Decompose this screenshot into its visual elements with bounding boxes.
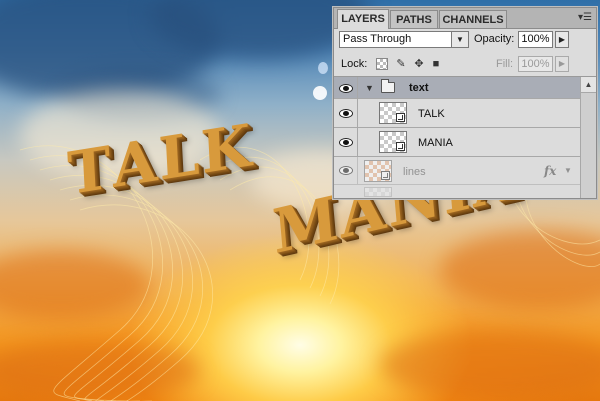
chevron-down-icon[interactable]: ▼ (564, 166, 572, 175)
layer-talk[interactable]: TALK (334, 99, 580, 128)
layer-thumbnail (364, 187, 392, 197)
scroll-up-arrow-icon[interactable]: ▲ (581, 77, 596, 93)
letter: L (157, 118, 203, 194)
letter: A (110, 125, 161, 202)
lens-flare (318, 62, 328, 74)
visibility-toggle[interactable] (334, 128, 358, 156)
opacity-field[interactable]: 100% (518, 31, 553, 48)
opacity-slider-button[interactable]: ▶ (555, 31, 569, 48)
expand-triangle-icon[interactable]: ▼ (365, 83, 374, 93)
layer-drag-ghost (334, 185, 580, 198)
layer-mania[interactable]: MANIA (334, 128, 580, 157)
smart-object-icon (381, 171, 390, 180)
chevron-down-icon[interactable]: ▼ (451, 32, 468, 47)
lock-image-pixels-icon[interactable]: ✎ (395, 58, 407, 70)
layer-name: text (409, 82, 429, 94)
lock-label: Lock: (341, 58, 368, 70)
layer-list-scrollbar[interactable]: ▲ (580, 77, 596, 198)
lock-transparent-pixels-icon[interactable] (376, 58, 388, 70)
fill-field[interactable]: 100% (518, 56, 553, 72)
blend-row: Pass Through ▼ Opacity: 100% ▶ (334, 29, 596, 51)
lock-row: Lock: ✎ ✥ ■ Fill: 100% ▶ (334, 52, 596, 77)
eye-icon (339, 109, 353, 118)
visibility-toggle[interactable] (334, 77, 358, 98)
letter: M (270, 182, 343, 269)
layer-name: MANIA (418, 137, 453, 149)
layer-name: TALK (418, 108, 445, 120)
lens-flare (313, 86, 327, 100)
tab-layers[interactable]: LAYERS (337, 9, 389, 29)
layer-effects-icon[interactable]: fx (544, 164, 556, 178)
lock-all-icon[interactable]: ■ (430, 58, 442, 70)
eye-icon (339, 138, 353, 147)
layer-lines[interactable]: lines fx ▼ (334, 157, 580, 185)
letter: T (66, 132, 115, 209)
letter: K (199, 110, 255, 188)
fill-slider-button[interactable]: ▶ (555, 56, 569, 72)
panel-menu-icon[interactable]: ▾☰ (578, 12, 592, 24)
opacity-label: Opacity: (474, 33, 515, 45)
tab-channels[interactable]: CHANNELS (439, 10, 507, 28)
visibility-toggle[interactable] (334, 99, 358, 127)
layer-thumbnail (379, 102, 407, 124)
layer-name: lines (403, 166, 426, 178)
layer-thumbnail (364, 160, 392, 182)
lock-position-icon[interactable]: ✥ (413, 58, 425, 70)
blend-mode-select[interactable]: Pass Through ▼ (339, 31, 469, 48)
eye-icon (339, 166, 353, 175)
smart-object-icon (396, 142, 405, 151)
layer-thumbnail (379, 131, 407, 153)
layer-list: ▼ text TALK MANIA lines fx ▼ (334, 77, 580, 198)
eye-icon (339, 84, 353, 93)
smart-object-icon (396, 113, 405, 122)
visibility-toggle[interactable] (334, 157, 358, 184)
fill-label: Fill: (496, 58, 514, 70)
panel-tab-bar: LAYERS PATHS CHANNELS ▾☰ (334, 8, 596, 29)
layer-group-text[interactable]: ▼ text (334, 77, 580, 99)
tab-paths[interactable]: PATHS (390, 10, 438, 28)
layers-panel: LAYERS PATHS CHANNELS ▾☰ Pass Through ▼ … (333, 7, 597, 199)
folder-icon (381, 79, 395, 93)
blend-mode-value: Pass Through (343, 33, 412, 45)
